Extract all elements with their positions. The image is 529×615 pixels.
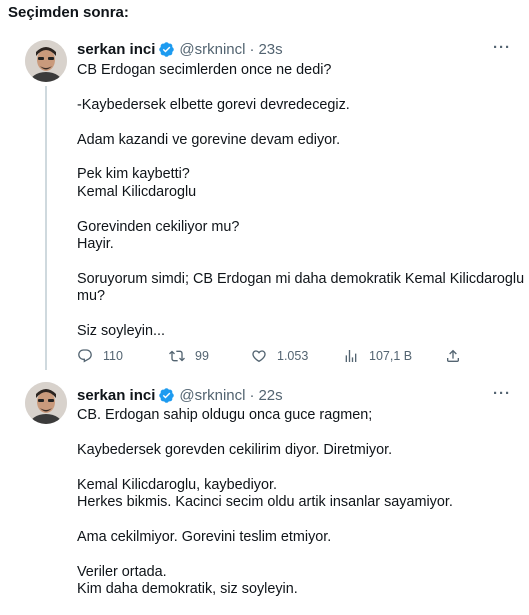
text-line: Pek kim kaybetti? [77,166,190,183]
separator-dot: · [249,41,255,58]
more-icon[interactable]: ··· [493,39,511,56]
text-line: CB. Erdogan sahip oldugu onca guce ragme… [77,407,373,423]
separator-dot: · [249,387,255,404]
text-line: -Kaybedersek elbette gorevi devredecegiz… [77,96,350,113]
reply-button[interactable]: 110 [77,348,169,364]
share-icon [447,349,459,362]
text-line: Kemal Kilicdaroglu [77,183,197,200]
reply-icon [78,349,92,363]
text-line: Veriler ortada. [77,563,167,580]
verified-badge-icon [158,387,175,404]
text-line [77,306,517,323]
text-line: Gorevinden cekiliyor mu? [77,218,240,235]
views-icon [345,350,357,362]
author-handle[interactable]: @srknincl [179,387,245,404]
text-line [77,201,517,218]
like-button[interactable]: 1.053 [251,348,343,364]
views-button[interactable]: 107,1 B [343,348,445,364]
avatar[interactable] [25,40,67,82]
timestamp[interactable]: 22s [258,387,282,404]
more-icon[interactable]: ··· [493,385,511,402]
text-line: Adam kazandi ve gorevine devam ediyor. [77,131,341,148]
text-line [77,424,517,441]
avatar[interactable] [25,382,67,424]
text-line: Kemal Kilicdaroglu, kaybediyor. [77,476,277,493]
text-line: CB Erdogan secimlerden once ne dedi? [77,62,332,78]
text-line: Hayir. [77,236,114,252]
tweet-header: serkan inci @srknincl · 22s [77,387,283,404]
thread-line [45,86,47,370]
avatar-photo [25,382,67,424]
retweet-icon [169,350,185,362]
avatar-photo [25,40,67,82]
tweet-text: CB Erdogan secimlerden once ne dedi? -Ka… [77,62,525,340]
retweet-button[interactable]: 99 [169,348,251,364]
like-count: 1.053 [277,349,309,363]
author-handle[interactable]: @srknincl [179,41,245,58]
text-line [77,79,517,96]
text-line [77,511,517,528]
tweet-actions: 110 99 1.053 107,1 B [77,348,461,364]
share-button[interactable] [445,348,461,364]
author-name[interactable]: serkan inci [77,387,155,404]
author-name[interactable]: serkan inci [77,41,155,58]
text-line [77,149,517,166]
text-line [77,253,517,270]
view-count: 107,1 B [369,349,413,363]
text-line [77,114,517,131]
retweet-count: 99 [195,349,209,363]
text-line: Ama cekilmiyor. Gorevini teslim etmiyor. [77,528,332,545]
text-line: Kim daha demokratik, siz soyleyin. [77,581,298,597]
tweet-header: serkan inci @srknincl · 23s [77,41,283,58]
text-line [77,459,517,476]
text-line: Kaybedersek gorevden cekilirim diyor. Di… [77,441,393,458]
text-line: Soruyorum simdi; CB Erdogan mi daha demo… [77,270,525,287]
tweet-text: CB. Erdogan sahip oldugu onca guce ragme… [77,407,517,598]
verified-badge-icon [158,41,175,58]
text-line: Siz soyleyin... [77,323,165,339]
timestamp[interactable]: 23s [258,41,282,58]
tweet-1[interactable]: serkan inci @srknincl · 23s ··· CB Erdog… [0,0,529,375]
reply-count: 110 [103,349,123,363]
tweet-2[interactable]: serkan inci @srknincl · 22s ··· CB. Erdo… [0,375,529,615]
text-line: Herkes bikmis. Kacinci secim oldu artik … [77,494,453,510]
text-line: mu? [77,288,105,305]
text-line [77,546,517,563]
like-icon [252,350,266,363]
